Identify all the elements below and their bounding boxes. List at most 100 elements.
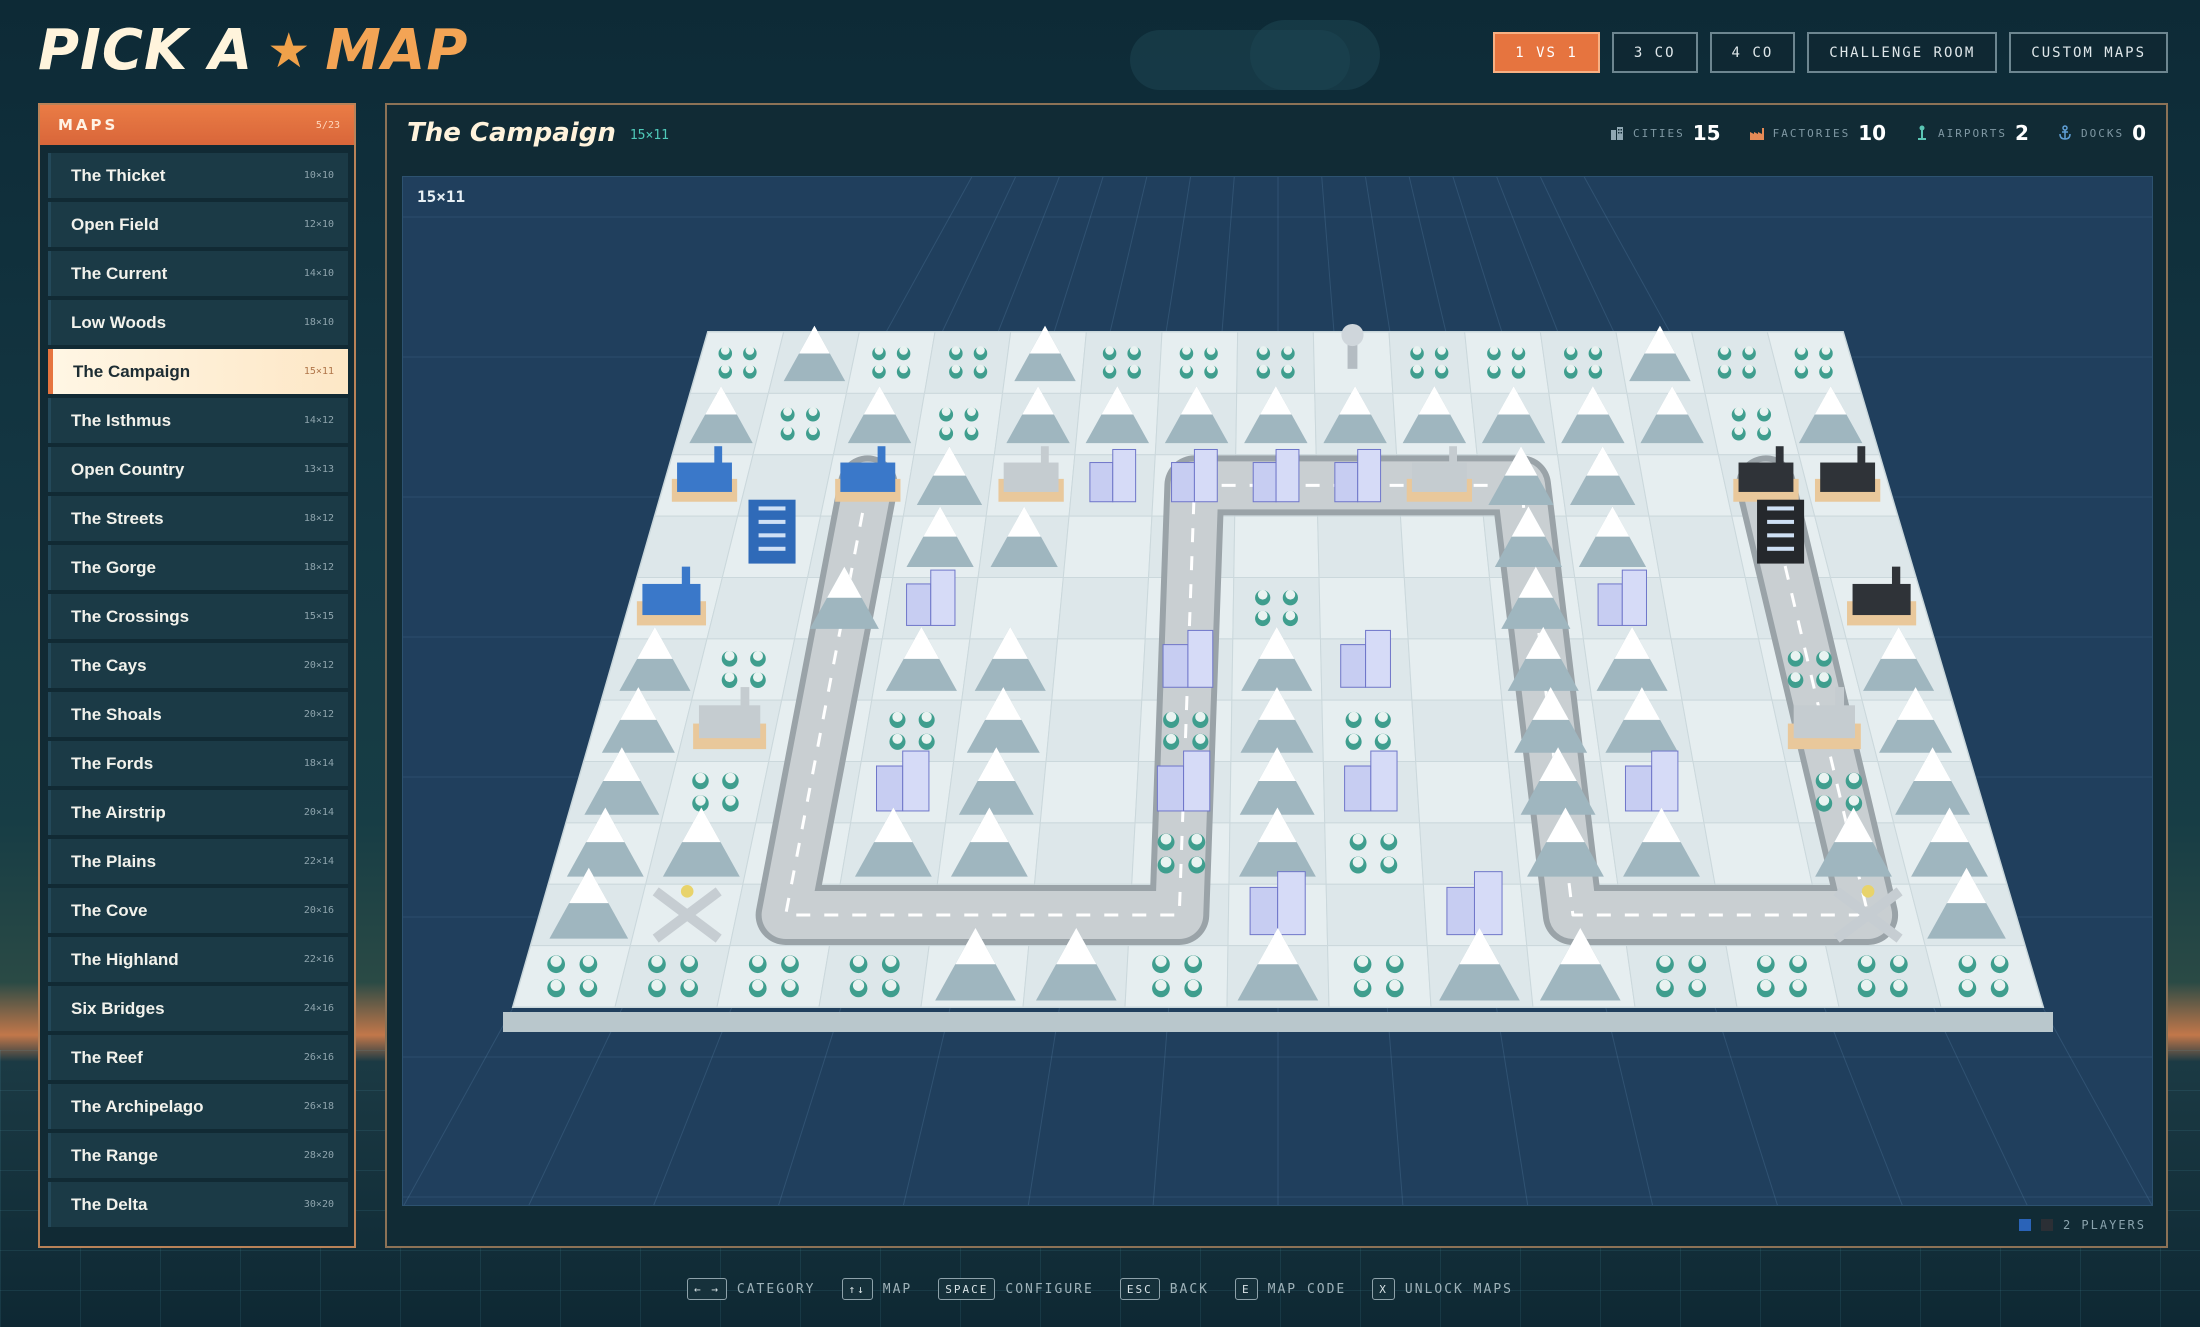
city-icon [1611,127,1623,140]
map-list-item[interactable]: The Cove 20×16 [48,888,348,933]
map-name: The Streets [71,508,164,528]
map-size: 12×10 [303,219,334,230]
controls-footer: ← → CATEGORY ↑↓ MAP SPACE CONFIGURE ESC BACK… [0,1278,2200,1300]
map-name: The Airstrip [71,802,166,822]
map-stats: CITIES 15 FACTORIES 10 AIRPORTS 2 DOCKS … [1609,121,2146,145]
map-list-item[interactable]: The Streets 18×12 [48,496,348,541]
tab-4co[interactable]: 4 CO [1709,32,1796,73]
stat-cities-label: CITIES [1633,126,1685,140]
map-name: The Reef [71,1047,143,1067]
map-list-item[interactable]: The Campaign 15×11 [48,349,348,394]
stat-airports-value: 2 [2015,121,2029,145]
map-dimensions: 15×11 [629,127,669,143]
map-name: The Gorge [71,557,157,577]
players-count: 2 PLAYERS [2062,1218,2146,1232]
map-header: The Campaign 15×11 CITIES 15 FACTORIES 1… [387,105,2166,161]
stat-airports: AIRPORTS 2 [1914,121,2029,145]
map-name: The Campaign [73,361,191,381]
map-size: 18×10 [303,317,334,328]
map-name: The Crossings [71,606,190,626]
map-list-item[interactable]: The Plains 22×14 [48,839,348,884]
mode-tabs: 1 VS 1 3 CO 4 CO CHALLENGE ROOM CUSTOM M… [1493,32,2168,73]
tab-custom-maps[interactable]: CUSTOM MAPS [2009,32,2168,73]
map-name: Low Woods [71,312,167,332]
hint-map-code-label: MAP CODE [1267,1281,1347,1297]
map-size: 20×14 [303,807,334,818]
map-list-item[interactable]: The Archipelago 26×18 [48,1084,348,1129]
map-size: 24×16 [303,1003,334,1014]
map-size: 26×18 [303,1101,334,1112]
map-size: 20×12 [303,709,334,720]
viewport-dimensions: 15×11 [417,187,466,206]
map-list-item[interactable]: The Isthmus 14×12 [48,398,348,443]
title-word-1: PICK A [38,18,254,83]
map-name: The Archipelago [71,1096,204,1116]
map-size: 30×20 [303,1199,334,1210]
map-size: 14×10 [303,268,334,279]
map-list-item[interactable]: The Crossings 15×15 [48,594,348,639]
map-name: The Plains [71,851,157,871]
maps-count: 5/23 [315,119,340,131]
map-list-item[interactable]: Open Field 12×10 [48,202,348,247]
map-list-item[interactable]: Low Woods 18×10 [48,300,348,345]
map-list-item[interactable]: The Range 28×20 [48,1133,348,1178]
map-title: The Campaign [407,118,616,148]
hint-map-label: MAP [882,1281,913,1297]
map-list-item[interactable]: The Current 14×10 [48,251,348,296]
tab-3co[interactable]: 3 CO [1611,32,1698,73]
map-list-item[interactable]: The Airstrip 20×14 [48,790,348,835]
key-x: X [1372,1278,1395,1300]
map-name: The Shoals [71,704,162,724]
map-preview-viewport[interactable]: 15×11 [402,176,2153,1206]
map-size: 22×14 [303,856,334,867]
map-size: 15×11 [303,366,334,377]
map-list: The Thicket 10×10 Open Field 12×10 The Curre… [40,145,354,1227]
hint-map: ↑↓ MAP [841,1278,913,1300]
hint-map-code: E MAP CODE [1235,1278,1346,1300]
tab-1v1[interactable]: 1 VS 1 [1493,32,1600,73]
key-esc: ESC [1119,1278,1160,1300]
stat-cities: CITIES 15 [1609,121,1721,145]
map-list-item[interactable]: The Highland 22×16 [48,937,348,982]
stat-docks: DOCKS 0 [2057,121,2146,145]
maps-header: MAPS 5/23 [40,105,354,145]
key-e: E [1235,1278,1258,1300]
map-size: 13×13 [303,464,334,475]
map-size: 28×20 [303,1150,334,1161]
factory-icon [1749,128,1764,140]
map-name: The Current [71,263,168,283]
map-size: 26×16 [303,1052,334,1063]
black-team-swatch [2040,1219,2053,1231]
key-up-down: ↑↓ [841,1278,873,1300]
map-list-item[interactable]: The Cays 20×12 [48,643,348,688]
map-list-item[interactable]: The Thicket 10×10 [48,153,348,198]
map-name: The Highland [71,949,179,969]
map-board [403,177,2152,1205]
map-list-item[interactable]: The Delta 30×20 [48,1182,348,1227]
map-list-item[interactable]: Open Country 13×13 [48,447,348,492]
key-left-right: ← → [687,1278,727,1300]
stat-factories-value: 10 [1858,121,1887,145]
hint-configure: SPACE CONFIGURE [938,1278,1094,1300]
maps-sidebar: MAPS 5/23 The Thicket 10×10 Open Field 12×1… [38,103,356,1248]
map-list-item[interactable]: The Fords 18×14 [48,741,348,786]
map-list-item[interactable]: The Reef 26×16 [48,1035,348,1080]
title-word-2: MAP [325,18,469,83]
map-size: 18×12 [303,562,334,573]
tab-challenge-room[interactable]: CHALLENGE ROOM [1807,32,1998,73]
map-list-item[interactable]: Six Bridges 24×16 [48,986,348,1031]
hint-configure-label: CONFIGURE [1005,1281,1094,1297]
hint-unlock-maps: X UNLOCK MAPS [1372,1278,1513,1300]
hint-category: ← → CATEGORY [687,1278,816,1300]
map-size: 20×16 [303,905,334,916]
map-list-item[interactable]: The Gorge 18×12 [48,545,348,590]
map-size: 22×16 [303,954,334,965]
stat-cities-value: 15 [1692,121,1721,145]
map-name: The Cays [71,655,147,675]
map-list-item[interactable]: The Shoals 20×12 [48,692,348,737]
map-size: 20×12 [303,660,334,671]
stat-docks-value: 0 [2132,121,2146,145]
map-name: The Thicket [71,165,166,185]
map-name: Open Country [71,459,185,479]
map-name: The Range [71,1145,158,1165]
